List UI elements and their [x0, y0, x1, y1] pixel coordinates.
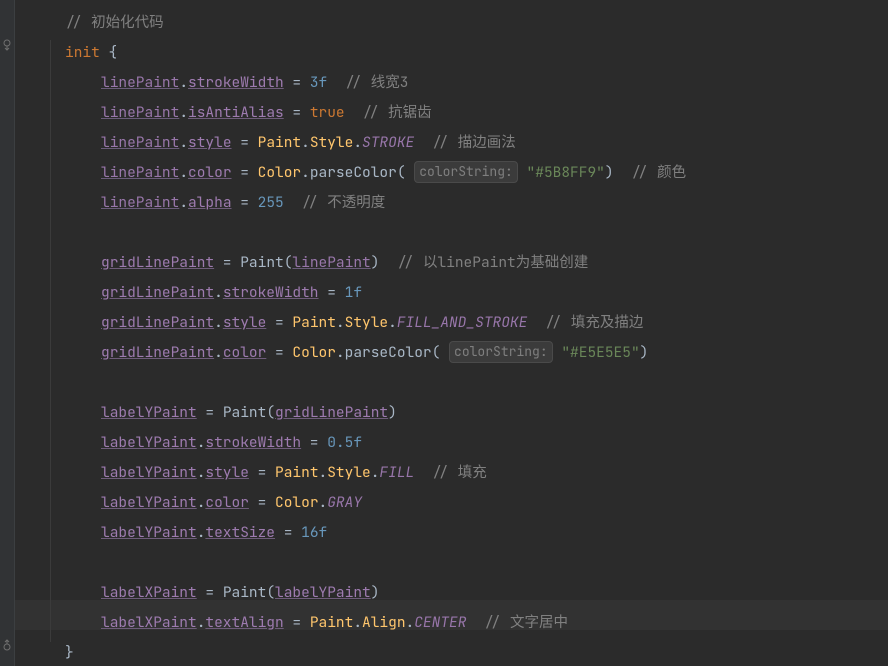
prop-isAntiAlias: isAntiAlias: [188, 103, 284, 122]
gutter: [0, 0, 15, 666]
prop-strokeWidth: strokeWidth: [188, 73, 284, 92]
comment: // 描边画法: [432, 133, 516, 152]
comment: // 抗锯齿: [362, 103, 432, 122]
code-line: labelXPaint = Paint(labelYPaint): [101, 578, 888, 608]
code-line: labelYPaint.strokeWidth = 0.5f: [101, 428, 888, 458]
comment: // 颜色: [631, 163, 686, 182]
override-up-icon[interactable]: [1, 639, 13, 651]
code-line: }: [65, 638, 888, 666]
code-line: init {: [65, 38, 888, 68]
enum-gray: GRAY: [327, 493, 362, 512]
var-linePaint: linePaint: [101, 73, 179, 92]
enum-fill: FILL: [379, 463, 414, 482]
comment: // 填充及描边: [545, 313, 644, 332]
enum-fill-and-stroke: FILL_AND_STROKE: [397, 313, 528, 332]
code-area[interactable]: // 初始化代码 init { linePaint.strokeWidth = …: [15, 0, 888, 666]
param-hint: colorString:: [414, 161, 518, 183]
var-labelXPaint: labelXPaint: [101, 583, 197, 602]
brace-open: {: [100, 43, 117, 62]
code-line: gridLinePaint.strokeWidth = 1f: [101, 278, 888, 308]
comment: // 填充: [432, 463, 487, 482]
prop-textAlign: textAlign: [205, 613, 283, 632]
literal-1f: 1f: [345, 283, 362, 302]
keyword-init: init: [65, 43, 100, 62]
comment: // 线宽3: [345, 73, 409, 92]
comment: // 文字居中: [484, 613, 568, 632]
prop-textSize: textSize: [205, 523, 275, 542]
prop-alpha: alpha: [188, 193, 232, 212]
prop-color: color: [188, 163, 232, 182]
string-literal: "#5B8FF9": [527, 163, 605, 182]
brace-close: }: [65, 643, 74, 662]
literal-255: 255: [258, 193, 284, 212]
code-line: labelYPaint.color = Color.GRAY: [101, 488, 888, 518]
code-line: gridLinePaint.style = Paint.Style.FILL_A…: [101, 308, 888, 338]
code-line: labelYPaint.textSize = 16f: [101, 518, 888, 548]
enum-center: CENTER: [414, 613, 466, 632]
code-line: linePaint.strokeWidth = 3f // 线宽3: [101, 68, 888, 98]
code-line: labelYPaint.style = Paint.Style.FILL // …: [101, 458, 888, 488]
literal-0.5f: 0.5f: [327, 433, 362, 452]
literal-16f: 16f: [301, 523, 327, 542]
code-line: gridLinePaint = Paint(linePaint) // 以lin…: [101, 248, 888, 278]
code-line: // 初始化代码: [65, 8, 888, 38]
prop-style: style: [188, 133, 232, 152]
code-editor[interactable]: // 初始化代码 init { linePaint.strokeWidth = …: [0, 0, 888, 666]
var-labelYPaint: labelYPaint: [101, 403, 197, 422]
comment: // 初始化代码: [65, 13, 164, 32]
code-line: linePaint.alpha = 255 // 不透明度: [101, 188, 888, 218]
literal-true: true: [310, 103, 345, 122]
code-line: labelXPaint.textAlign = Paint.Align.CENT…: [101, 608, 888, 638]
enum-stroke: STROKE: [362, 133, 414, 152]
code-line: labelYPaint = Paint(gridLinePaint): [101, 398, 888, 428]
code-line: linePaint.style = Paint.Style.STROKE // …: [101, 128, 888, 158]
comment: // 以linePaint为基础创建: [397, 253, 588, 272]
code-line: linePaint.color = Color.parseColor( colo…: [101, 158, 888, 188]
var-gridLinePaint: gridLinePaint: [101, 253, 214, 272]
comment: // 不透明度: [301, 193, 385, 212]
literal-3f: 3f: [310, 73, 327, 92]
code-line: linePaint.isAntiAlias = true // 抗锯齿: [101, 98, 888, 128]
param-hint: colorString:: [449, 341, 553, 363]
code-line: gridLinePaint.color = Color.parseColor( …: [101, 338, 888, 368]
string-literal: "#E5E5E5": [561, 343, 639, 362]
override-down-icon[interactable]: [1, 39, 13, 51]
